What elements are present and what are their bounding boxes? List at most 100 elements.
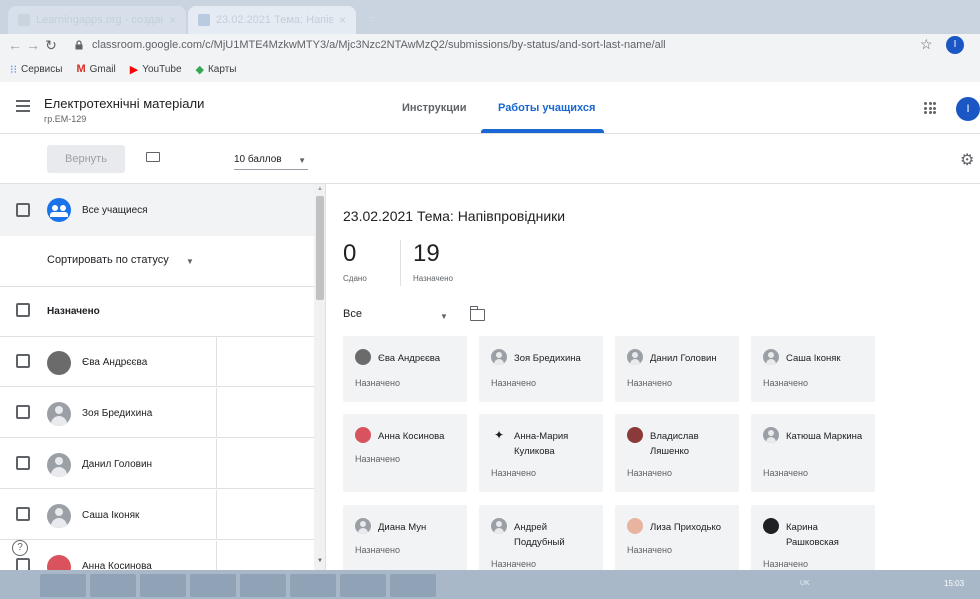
- student-card[interactable]: Андрей Поддубный Назначено: [479, 505, 603, 570]
- student-card[interactable]: ✦ Анна-Мария Куликова Назначено: [479, 414, 603, 492]
- reload-icon[interactable]: ↻: [42, 37, 60, 54]
- student-avatar: [355, 427, 371, 443]
- student-checkbox[interactable]: [16, 558, 30, 570]
- student-checkbox[interactable]: [16, 405, 30, 419]
- scroll-down-icon[interactable]: ▼: [317, 558, 323, 564]
- student-card[interactable]: Диана Мун Назначено: [343, 505, 467, 570]
- points-value: 10 баллов: [234, 154, 282, 165]
- email-icon[interactable]: [146, 152, 160, 162]
- tab-student-work[interactable]: Работы учащихся: [498, 102, 595, 114]
- student-card-name: Катюша Маркина: [786, 431, 863, 442]
- bookmark-gmail[interactable]: M Gmail: [76, 63, 115, 75]
- taskbar-app-icon[interactable]: [390, 574, 436, 597]
- student-card[interactable]: Данил Головин Назначено: [615, 336, 739, 402]
- bookmark-star-icon[interactable]: ☆: [920, 36, 933, 53]
- settings-gear-icon[interactable]: ⚙: [960, 150, 974, 170]
- student-list-scrollbar[interactable]: ▲ ▼: [314, 184, 325, 570]
- grade-cell-divider: [216, 337, 217, 387]
- student-name: Данил Головин: [82, 459, 153, 470]
- student-card[interactable]: Катюша Маркина Назначено: [751, 414, 875, 492]
- section-checkbox[interactable]: [16, 303, 30, 317]
- return-button[interactable]: Вернуть: [47, 145, 125, 173]
- submitted-label: Сдано: [343, 274, 367, 283]
- google-apps-icon[interactable]: [924, 102, 936, 114]
- dropdown-arrow-icon[interactable]: ▼: [440, 312, 448, 321]
- browser-tab-label: 23.02.2021 Тема: Напівпровідн...: [216, 14, 333, 26]
- active-tab-indicator: [481, 129, 604, 133]
- back-icon[interactable]: ←: [6, 37, 24, 53]
- student-card[interactable]: Зоя Бредихина Назначено: [479, 336, 603, 402]
- apps-icon: ⁝⁝: [10, 63, 17, 76]
- close-tab-icon[interactable]: ×: [169, 13, 176, 27]
- scroll-up-icon[interactable]: ▲: [317, 186, 323, 192]
- address-bar[interactable]: classroom.google.com/c/MjU1MTE4MzkwMTY3/…: [74, 34, 952, 56]
- student-card-name: Зоя Бредихина: [514, 353, 581, 364]
- student-card[interactable]: Карина Рашковская Назначено: [751, 505, 875, 570]
- browser-profile-avatar[interactable]: I: [946, 36, 964, 54]
- student-avatar: [763, 518, 779, 534]
- student-name: Зоя Бредихина: [82, 408, 153, 419]
- taskbar-clock: 15:03: [944, 579, 965, 588]
- taskbar-app-icon[interactable]: [340, 574, 386, 597]
- student-card[interactable]: Владислав Ляшенко Назначено: [615, 414, 739, 492]
- new-tab-button[interactable]: +: [362, 9, 382, 29]
- folder-icon[interactable]: [469, 306, 485, 321]
- class-section: гр.ЕМ-129: [44, 114, 87, 124]
- taskbar-app-icon[interactable]: [140, 574, 186, 597]
- grade-cell-divider: [216, 388, 217, 438]
- student-name: Саша Іконяк: [82, 510, 140, 521]
- dropdown-arrow-icon: ▼: [298, 156, 306, 165]
- student-card-status: Назначено: [763, 559, 808, 569]
- student-avatar: [47, 351, 71, 375]
- student-row[interactable]: Анна Косинова: [0, 541, 314, 570]
- taskbar-language[interactable]: UK: [800, 580, 810, 587]
- tab-instructions[interactable]: Инструкции: [402, 102, 467, 114]
- student-row[interactable]: Єва Андрєєва: [0, 337, 314, 387]
- student-avatar: [491, 349, 507, 365]
- browser-tab-learningapps[interactable]: Learningapps.org - создание м... ×: [8, 6, 186, 34]
- student-row[interactable]: Саша Іконяк: [0, 490, 314, 540]
- browser-tab-classroom[interactable]: 23.02.2021 Тема: Напівпровідн... ×: [188, 6, 356, 34]
- forward-icon[interactable]: →: [24, 37, 42, 53]
- taskbar-app-icon[interactable]: [90, 574, 136, 597]
- student-row[interactable]: Зоя Бредихина: [0, 388, 314, 438]
- all-students-row[interactable]: Все учащиеся: [0, 184, 314, 236]
- student-card-status: Назначено: [491, 559, 536, 569]
- taskbar-app-icon[interactable]: [40, 574, 86, 597]
- class-title[interactable]: Електротехнічні матеріали: [44, 96, 204, 111]
- os-taskbar: UK 15:03: [0, 570, 980, 599]
- student-checkbox[interactable]: [16, 456, 30, 470]
- student-checkbox[interactable]: [16, 507, 30, 521]
- student-card-status: Назначено: [627, 545, 672, 555]
- student-card-status: Назначено: [763, 468, 808, 478]
- taskbar-app-icon[interactable]: [290, 574, 336, 597]
- taskbar-app-icon[interactable]: [240, 574, 286, 597]
- student-card[interactable]: Саша Іконяк Назначено: [751, 336, 875, 402]
- all-students-label: Все учащиеся: [82, 205, 148, 216]
- bookmark-maps[interactable]: ◆ Карты: [196, 63, 237, 76]
- student-card-status: Назначено: [491, 468, 536, 478]
- student-row[interactable]: Данил Головин: [0, 439, 314, 489]
- help-icon[interactable]: ?: [12, 540, 28, 556]
- student-card[interactable]: Єва Андрєєва Назначено: [343, 336, 467, 402]
- student-card[interactable]: Лиза Приходько Назначено: [615, 505, 739, 570]
- bookmark-label: YouTube: [142, 63, 182, 75]
- hamburger-menu-icon[interactable]: [16, 100, 30, 112]
- dropdown-arrow-icon[interactable]: ▼: [186, 257, 194, 266]
- bookmark-youtube[interactable]: ▶ YouTube: [130, 63, 182, 76]
- points-select[interactable]: 10 баллов ▼: [234, 154, 308, 170]
- all-students-checkbox[interactable]: [16, 203, 30, 217]
- student-checkbox[interactable]: [16, 354, 30, 368]
- student-card-status: Назначено: [763, 378, 808, 388]
- bookmark-label: Карты: [207, 63, 237, 75]
- scroll-thumb[interactable]: [316, 196, 324, 300]
- student-name: Єва Андрєєва: [82, 357, 148, 368]
- sort-select[interactable]: Сортировать по статусу: [47, 254, 169, 266]
- student-avatar: ✦: [491, 427, 507, 443]
- bookmark-services[interactable]: ⁝⁝ Сервисы: [10, 63, 62, 76]
- user-avatar[interactable]: I: [956, 97, 980, 121]
- taskbar-app-icon[interactable]: [190, 574, 236, 597]
- filter-select[interactable]: Все: [343, 308, 362, 320]
- student-card[interactable]: Анна Косинова Назначено: [343, 414, 467, 492]
- close-tab-icon[interactable]: ×: [339, 13, 346, 27]
